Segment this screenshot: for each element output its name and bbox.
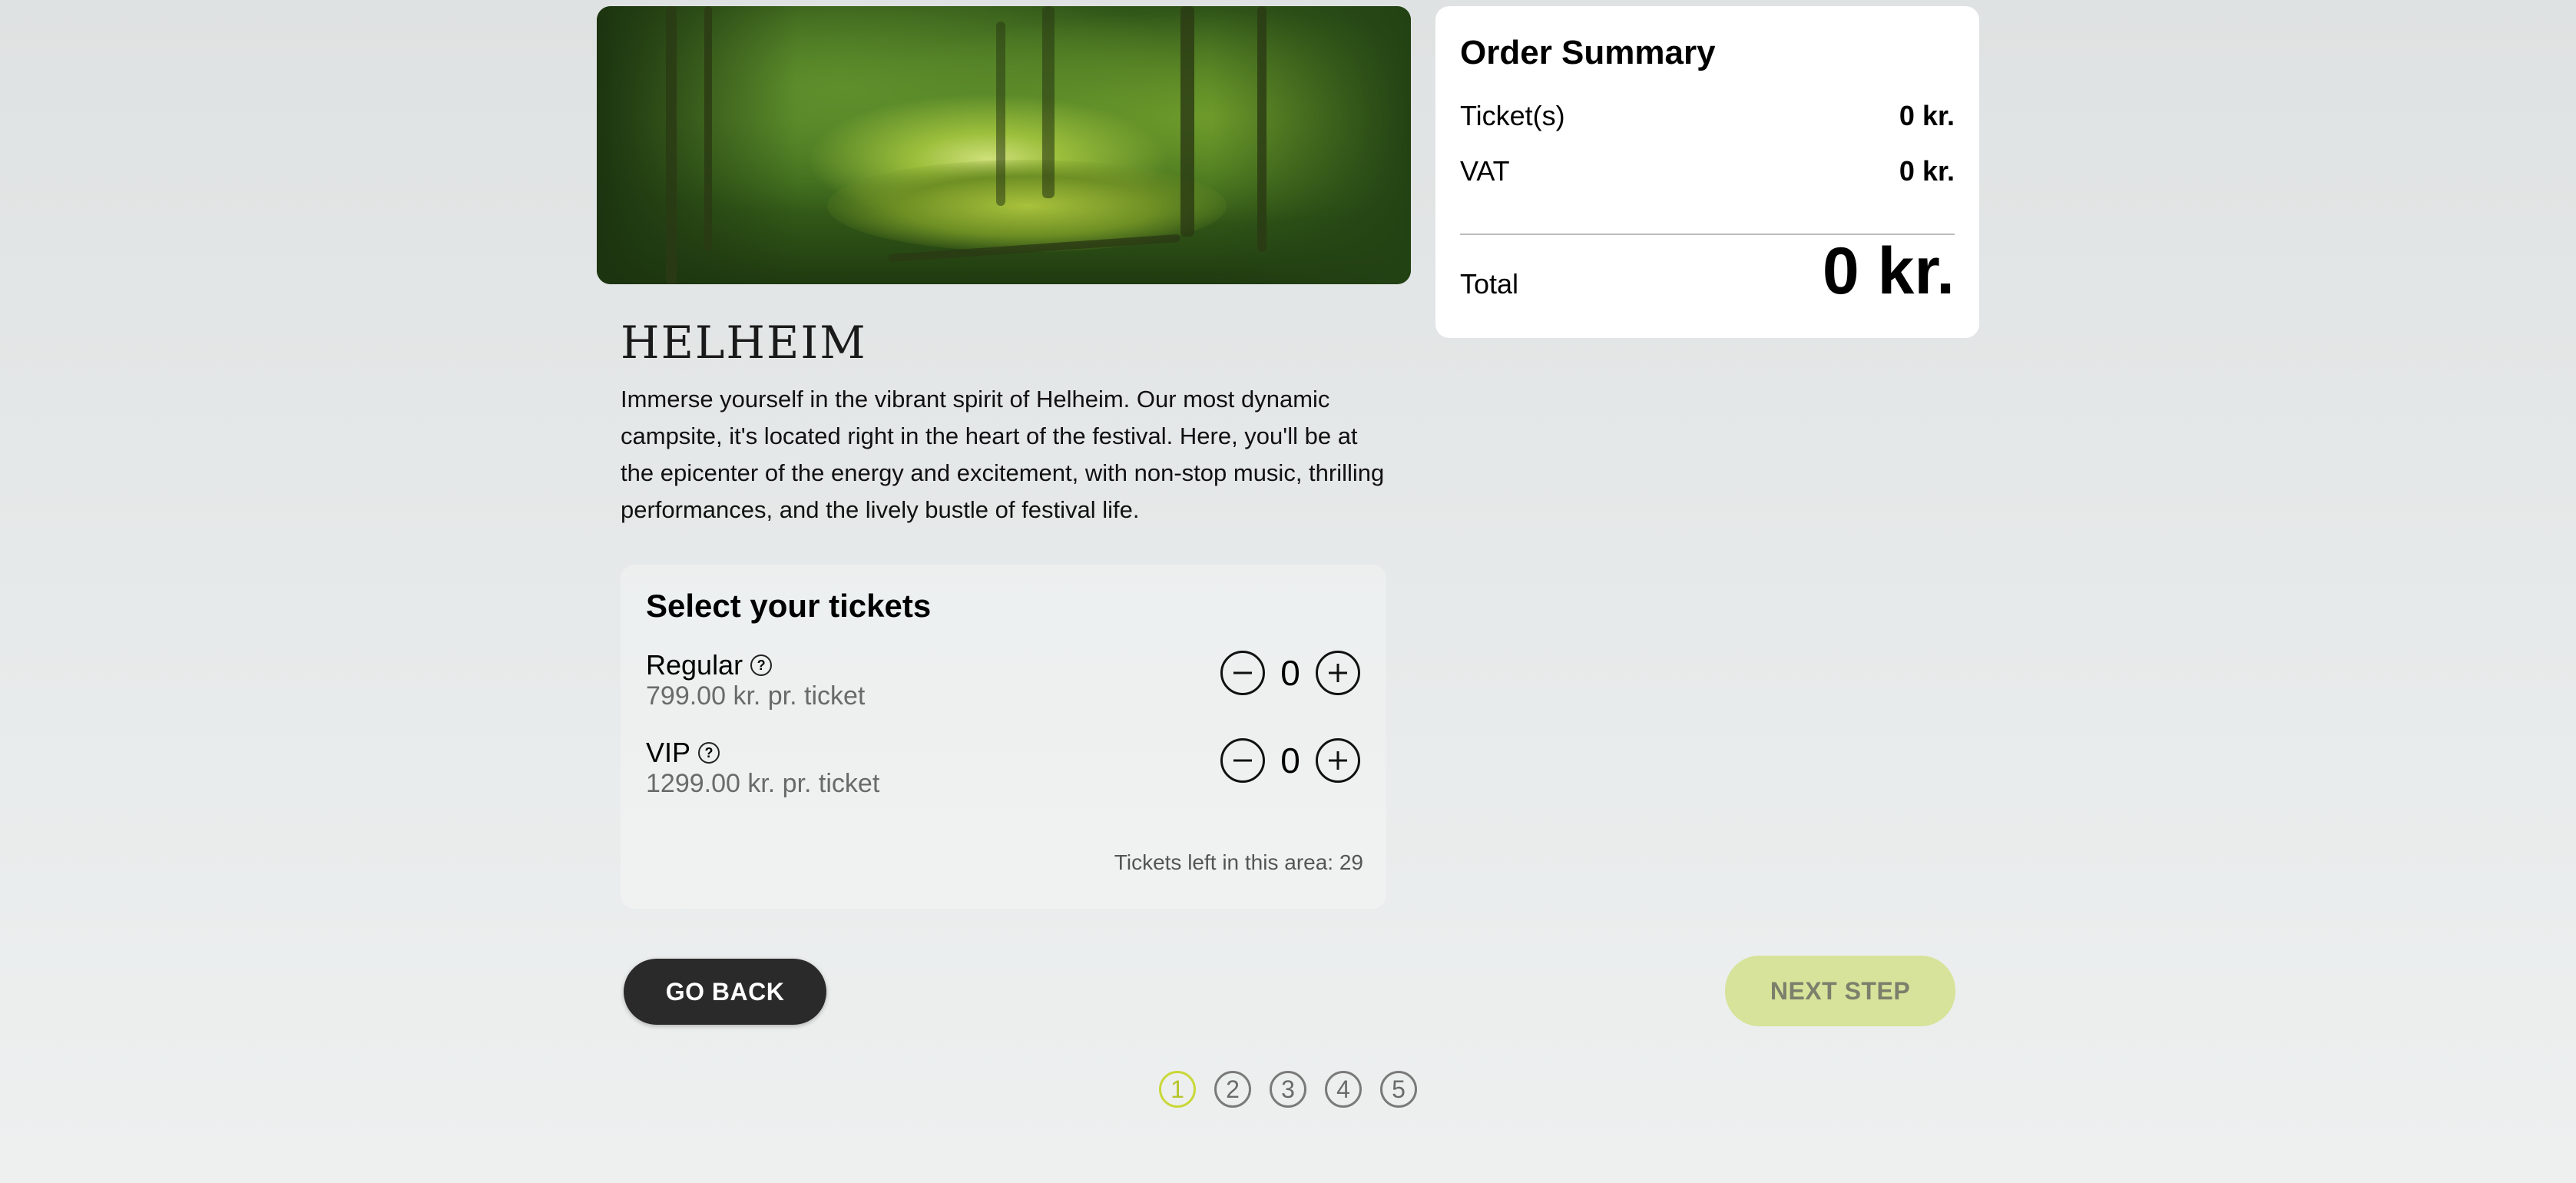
plus-icon [1329, 664, 1347, 682]
hero-shade-left [597, 6, 796, 284]
ticket-selection-panel: Select your tickets Regular ? 799.00 kr.… [621, 565, 1386, 909]
summary-tickets-label: Ticket(s) [1460, 100, 1565, 131]
order-summary-heading: Order Summary [1460, 34, 1716, 71]
next-step-button[interactable]: NEXT STEP [1725, 956, 1955, 1026]
summary-total-value: 0 kr. [1822, 234, 1955, 308]
ticket-name-wrapper: VIP ? [646, 737, 720, 769]
step-1[interactable]: 1 [1159, 1071, 1196, 1108]
hero-tree-trunk [1257, 6, 1266, 252]
step-2[interactable]: 2 [1214, 1071, 1251, 1108]
ticket-price: 799.00 kr. pr. ticket [646, 681, 866, 711]
ticket-name-wrapper: Regular ? [646, 649, 773, 681]
step-3[interactable]: 3 [1270, 1071, 1306, 1108]
summary-vat-row: VAT 0 kr. [1460, 155, 1955, 187]
ticket-selection-heading: Select your tickets [646, 588, 932, 624]
campsite-description: Immerse yourself in the vibrant spirit o… [621, 386, 1385, 523]
summary-vat-label: VAT [1460, 155, 1510, 187]
ticket-row-regular: Regular ? 799.00 kr. pr. ticket 0 [646, 649, 1360, 718]
campsite-title: HELHEIM [621, 316, 867, 369]
question-circle-icon[interactable]: ? [750, 654, 773, 676]
campsite-hero-image [597, 6, 1411, 284]
ticket-price: 1299.00 kr. pr. ticket [646, 769, 880, 798]
step-5[interactable]: 5 [1380, 1071, 1417, 1108]
go-back-button[interactable]: GO BACK [624, 959, 826, 1025]
tickets-left-text: Tickets left in this area: 29 [1114, 850, 1363, 874]
summary-total-label: Total [1460, 268, 1519, 300]
summary-vat-value: 0 kr. [1899, 155, 1955, 187]
decrement-regular-button[interactable] [1220, 651, 1265, 695]
plus-icon [1329, 751, 1347, 770]
increment-regular-button[interactable] [1316, 651, 1360, 695]
hero-tree-trunk [704, 6, 712, 252]
ticket-name: Regular [646, 649, 743, 681]
quantity-value: 0 [1280, 741, 1300, 780]
summary-total-row: Total 0 kr. [1460, 234, 1955, 310]
quantity-value: 0 [1280, 653, 1300, 693]
step-indicator: 1 2 3 4 5 [1159, 1071, 1417, 1108]
minus-icon [1233, 759, 1252, 762]
step-4[interactable]: 4 [1325, 1071, 1362, 1108]
ticket-row-vip: VIP ? 1299.00 kr. pr. ticket 0 [646, 737, 1360, 806]
question-circle-icon[interactable]: ? [698, 742, 720, 764]
minus-icon [1233, 671, 1252, 674]
summary-tickets-value: 0 kr. [1899, 100, 1955, 131]
hero-shade-right [1211, 6, 1411, 284]
increment-vip-button[interactable] [1316, 738, 1360, 783]
decrement-vip-button[interactable] [1220, 738, 1265, 783]
ticket-name: VIP [646, 737, 691, 768]
hero-tree-trunk [1042, 6, 1055, 198]
quantity-stepper-regular: 0 [1220, 651, 1360, 695]
hero-tree-trunk [1180, 6, 1194, 237]
hero-tree-trunk [666, 6, 677, 284]
order-summary-card: Order Summary Ticket(s) 0 kr. VAT 0 kr. … [1435, 6, 1979, 338]
quantity-stepper-vip: 0 [1220, 738, 1360, 783]
hero-tree-trunk [996, 22, 1005, 206]
summary-tickets-row: Ticket(s) 0 kr. [1460, 100, 1955, 132]
